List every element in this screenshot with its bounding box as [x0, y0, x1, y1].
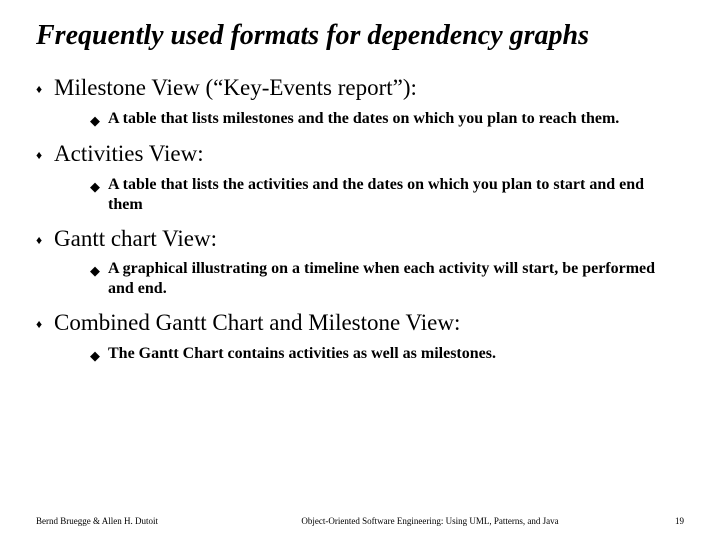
footer-authors: Bernd Bruegge & Allen H. Dutoit [36, 516, 216, 526]
diamond-bullet-icon: ♦ [36, 225, 54, 253]
item-label: Activities View: [54, 140, 204, 169]
item-description: The Gantt Chart contains activities as w… [108, 344, 496, 364]
diamond-bullet-icon: ♦ [36, 140, 54, 168]
footer: Bernd Bruegge & Allen H. Dutoit Object-O… [0, 516, 720, 526]
item-description: A graphical illustrating on a timeline w… [108, 259, 668, 299]
list-item: ♦ Combined Gantt Chart and Milestone Vie… [36, 309, 684, 365]
sub-bullet-icon: ◆ [90, 175, 108, 196]
item-description: A table that lists the activities and th… [108, 175, 668, 215]
slide-title: Frequently used formats for dependency g… [36, 20, 684, 52]
item-label: Combined Gantt Chart and Milestone View: [54, 309, 460, 338]
sub-bullet-icon: ◆ [90, 259, 108, 280]
slide: Frequently used formats for dependency g… [0, 0, 720, 540]
list-item: ♦ Activities View: ◆ A table that lists … [36, 140, 684, 215]
sub-bullet-icon: ◆ [90, 344, 108, 365]
list-item: ♦ Gantt chart View: ◆ A graphical illust… [36, 225, 684, 300]
list-item: ♦ Milestone View (“Key-Events report”): … [36, 74, 684, 130]
item-description: A table that lists milestones and the da… [108, 109, 619, 129]
page-number: 19 [644, 516, 684, 526]
item-label: Milestone View (“Key-Events report”): [54, 74, 417, 103]
footer-book-title: Object-Oriented Software Engineering: Us… [216, 516, 644, 526]
sub-bullet-icon: ◆ [90, 109, 108, 130]
diamond-bullet-icon: ♦ [36, 309, 54, 337]
diamond-bullet-icon: ♦ [36, 74, 54, 102]
item-label: Gantt chart View: [54, 225, 217, 254]
